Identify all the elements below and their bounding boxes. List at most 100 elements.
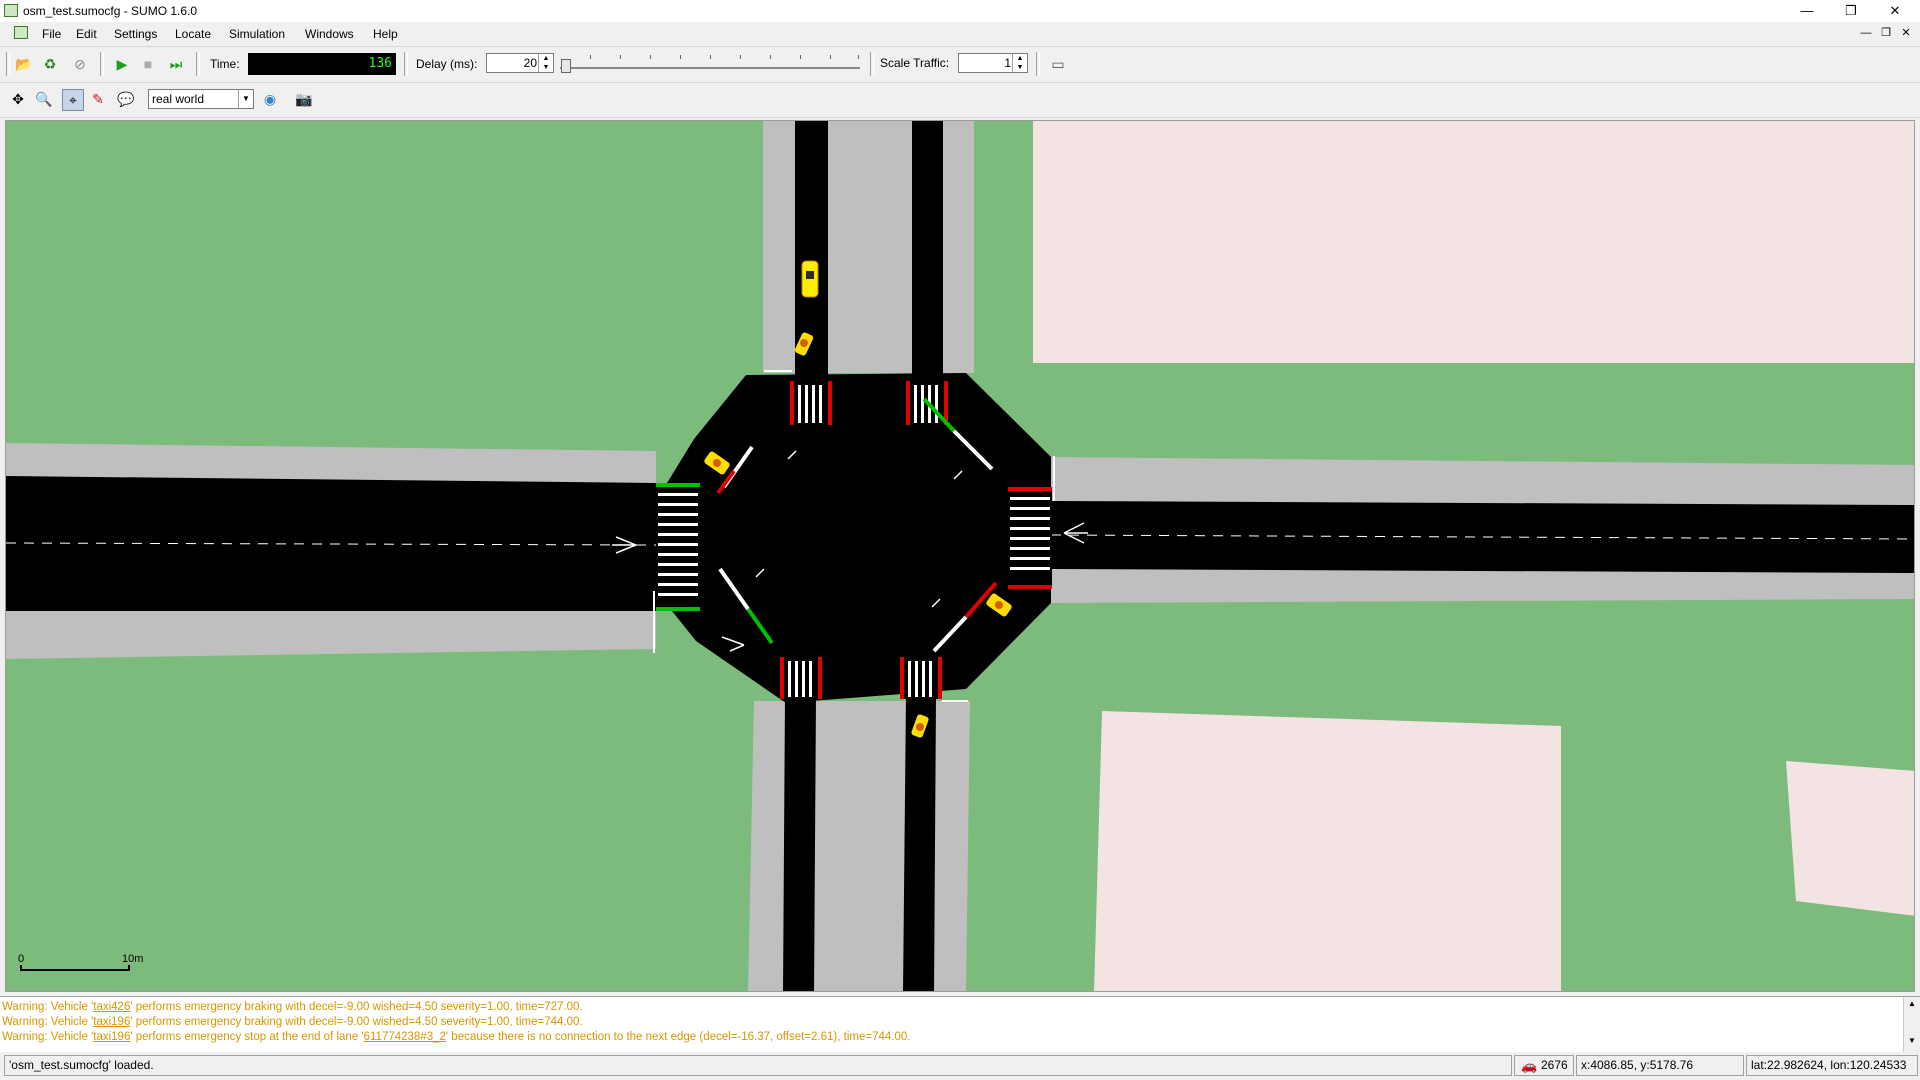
status-bar: 'osm_test.sumocfg' loaded. 🚗 2676 x:4086… <box>0 1052 1920 1080</box>
building <box>1033 121 1914 363</box>
time-value: 136 <box>368 56 392 71</box>
step-icon[interactable]: ⏭ <box>166 54 186 74</box>
scale-tick <box>20 965 22 971</box>
recenter-icon[interactable]: ✥ <box>8 89 28 109</box>
scale-right-label: 10m <box>122 953 144 965</box>
menu-file[interactable]: File <box>42 27 61 41</box>
vehicle-link[interactable]: taxi196 <box>93 1016 130 1028</box>
select-icon[interactable]: ✎ <box>88 89 108 109</box>
slider-tick <box>650 55 651 59</box>
south-sidewalk <box>748 701 970 991</box>
color-scheme-select[interactable]: real world ▼ <box>148 89 254 109</box>
building <box>1094 711 1561 991</box>
time-display: 136 <box>248 53 396 75</box>
menu-settings[interactable]: Settings <box>114 27 157 41</box>
menu-windows[interactable]: Windows <box>305 27 354 41</box>
delay-spinner[interactable]: 20 ▲ ▼ <box>486 53 554 73</box>
crosswalk-south-east <box>900 657 942 699</box>
scale-traffic-value: 1 <box>1004 56 1011 70</box>
spinner-arrows-icon[interactable]: ▲ ▼ <box>538 54 553 72</box>
slider-tick <box>620 55 621 59</box>
close-simulation-icon[interactable]: ⊘ <box>70 54 90 74</box>
view-toolbar: ✥ 🔍 ⌖ ✎ 💬 real world ▼ ◉ 📷 <box>0 82 1920 118</box>
delay-value: 20 <box>523 56 537 70</box>
chevron-down-icon[interactable]: ▼ <box>238 90 253 108</box>
color-scheme-value: real world <box>152 92 205 106</box>
minimize-button[interactable]: — <box>1784 2 1830 20</box>
vehicle-link[interactable]: taxi196 <box>93 1031 130 1043</box>
vehicle[interactable] <box>801 260 819 298</box>
cursor-coordinates: x:4086.85, y:5178.76 <box>1576 1055 1744 1076</box>
slider-track <box>560 67 860 69</box>
lane-link[interactable]: 611774238#3_2 <box>364 1031 446 1043</box>
building <box>1786 761 1914 916</box>
time-label: Time: <box>210 57 240 71</box>
scroll-up-icon[interactable]: ▲ <box>1904 999 1920 1008</box>
scroll-down-icon[interactable]: ▼ <box>1904 1036 1920 1045</box>
slider-thumb[interactable] <box>561 59 571 73</box>
scale-traffic-label: Scale Traffic: <box>880 56 950 70</box>
edit-coloring-icon[interactable]: ◉ <box>260 89 280 109</box>
toolbar-separator <box>404 52 408 76</box>
slider-tick <box>680 55 681 59</box>
tooltip-icon[interactable]: 💬 <box>116 89 136 109</box>
network-view <box>6 121 1914 991</box>
vehicle-count-value: 2676 <box>1541 1058 1568 1072</box>
stop-icon[interactable]: ■ <box>138 54 158 74</box>
zoom-icon[interactable]: 🔍 <box>34 89 54 109</box>
reload-icon[interactable]: ♻ <box>40 54 60 74</box>
toolbar-separator <box>6 52 10 76</box>
intersection <box>656 373 1051 703</box>
menu-edit[interactable]: Edit <box>76 27 97 41</box>
toolbar-separator <box>870 52 874 76</box>
warning-message: Warning: Vehicle 'taxi196' performs emer… <box>2 1016 583 1028</box>
mdi-window-icon[interactable] <box>14 26 28 39</box>
close-button[interactable]: ✕ <box>1872 2 1918 20</box>
menu-help[interactable]: Help <box>373 27 398 41</box>
message-window[interactable]: Warning: Vehicle 'taxi426' performs emer… <box>0 996 1920 1053</box>
geo-coordinates: lat:22.982624, lon:120.24533 <box>1746 1055 1918 1076</box>
car-icon: 🚗 <box>1521 1058 1538 1073</box>
scale-traffic-spinner[interactable]: 1 ▲ ▼ <box>958 53 1028 73</box>
warning-message: Warning: Vehicle 'taxi196' performs emer… <box>2 1031 911 1043</box>
screenshot-icon[interactable]: 📷 <box>294 89 314 109</box>
scale-left-label: 0 <box>18 953 25 965</box>
delay-slider[interactable] <box>560 55 860 73</box>
toolbar-separator <box>196 52 200 76</box>
crosswalk-south-west <box>780 657 822 699</box>
status-text: 'osm_test.sumocfg' loaded. <box>4 1055 1512 1076</box>
menu-simulation[interactable]: Simulation <box>229 27 285 41</box>
menu-locate[interactable]: Locate <box>175 27 211 41</box>
mdi-restore-button[interactable]: ❐ <box>1878 25 1894 41</box>
scale-tick <box>128 965 130 971</box>
slider-tick <box>830 55 831 59</box>
simulation-canvas[interactable]: 0 10m <box>5 120 1915 992</box>
south-road-in <box>903 696 936 991</box>
run-icon[interactable]: ▶ <box>112 54 132 74</box>
crosswalk-east <box>1008 487 1052 589</box>
warning-message: Warning: Vehicle 'taxi426' performs emer… <box>2 1001 583 1013</box>
slider-tick <box>740 55 741 59</box>
south-road-out <box>783 696 816 991</box>
mdi-close-button[interactable]: ✕ <box>1898 25 1914 41</box>
slider-tick <box>858 55 859 59</box>
spinner-arrows-icon[interactable]: ▲ ▼ <box>1012 54 1027 72</box>
delay-label: Delay (ms): <box>416 57 478 71</box>
mdi-minimize-button[interactable]: — <box>1858 25 1874 41</box>
open-icon[interactable]: 📂 <box>14 54 34 74</box>
app-icon <box>4 4 18 17</box>
title-bar: osm_test.sumocfg - SUMO 1.6.0 — ❐ ✕ <box>0 0 1920 22</box>
scale-line <box>20 969 130 971</box>
new-view-icon[interactable]: ▭ <box>1048 54 1068 74</box>
toolbar-separator <box>1036 52 1040 76</box>
locate-icon[interactable]: ⌖ <box>62 89 84 111</box>
window-title: osm_test.sumocfg - SUMO 1.6.0 <box>23 4 198 18</box>
slider-tick <box>770 55 771 59</box>
vehicle-link[interactable]: taxi426 <box>93 1001 130 1013</box>
slider-tick <box>710 55 711 59</box>
maximize-button[interactable]: ❐ <box>1828 2 1874 20</box>
crosswalk-west <box>656 483 700 611</box>
message-scrollbar[interactable]: ▲ ▼ <box>1903 997 1920 1053</box>
vehicle-count: 🚗 2676 <box>1514 1055 1574 1076</box>
menu-bar: File Edit Settings Locate Simulation Win… <box>0 22 1920 44</box>
